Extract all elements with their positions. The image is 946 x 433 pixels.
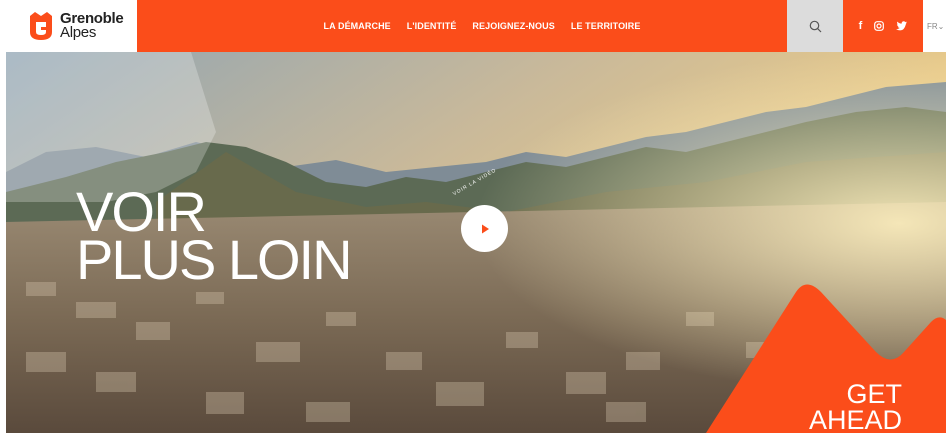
search-button[interactable] [787, 0, 843, 52]
hero-headline: VOIR PLUS LOIN [76, 184, 353, 291]
nav-item-territoire[interactable]: LE TERRITOIRE [571, 21, 641, 31]
twitter-icon[interactable] [896, 21, 908, 31]
facebook-icon[interactable]: f [859, 20, 863, 32]
hero-banner: VOIR PLUS LOIN VOIR LA VIDÉO GET AHEAD [6, 52, 946, 433]
language-selector[interactable]: FR⌄ [923, 0, 946, 52]
nav-item-rejoignez-nous[interactable]: REJOIGNEZ-NOUS [472, 21, 554, 31]
instagram-icon[interactable] [874, 21, 885, 31]
play-icon [481, 224, 489, 233]
site-header: Grenoble Alpes LA DÉMARCHE L'IDENTITÉ RE… [0, 0, 946, 52]
logo[interactable]: Grenoble Alpes [0, 0, 137, 52]
nav-item-identite[interactable]: L'IDENTITÉ [407, 21, 457, 31]
language-current: FR⌄ [927, 21, 945, 31]
grenoble-logo-icon [30, 12, 52, 40]
logo-line2: Alpes [60, 24, 97, 41]
get-ahead-line2: AHEAD [808, 405, 902, 433]
headline-line2: PLUS LOIN [76, 228, 353, 291]
nav-item-demarche[interactable]: LA DÉMARCHE [324, 21, 391, 31]
get-ahead-line1: GET [846, 379, 902, 409]
get-ahead-tagline: GET AHEAD [809, 381, 902, 433]
main-nav: LA DÉMARCHE L'IDENTITÉ REJOIGNEZ-NOUS LE… [137, 0, 787, 52]
logo-text: Grenoble Alpes [60, 11, 124, 41]
search-icon [809, 20, 821, 32]
play-video-button[interactable] [461, 205, 508, 252]
social-links: f [843, 0, 923, 52]
